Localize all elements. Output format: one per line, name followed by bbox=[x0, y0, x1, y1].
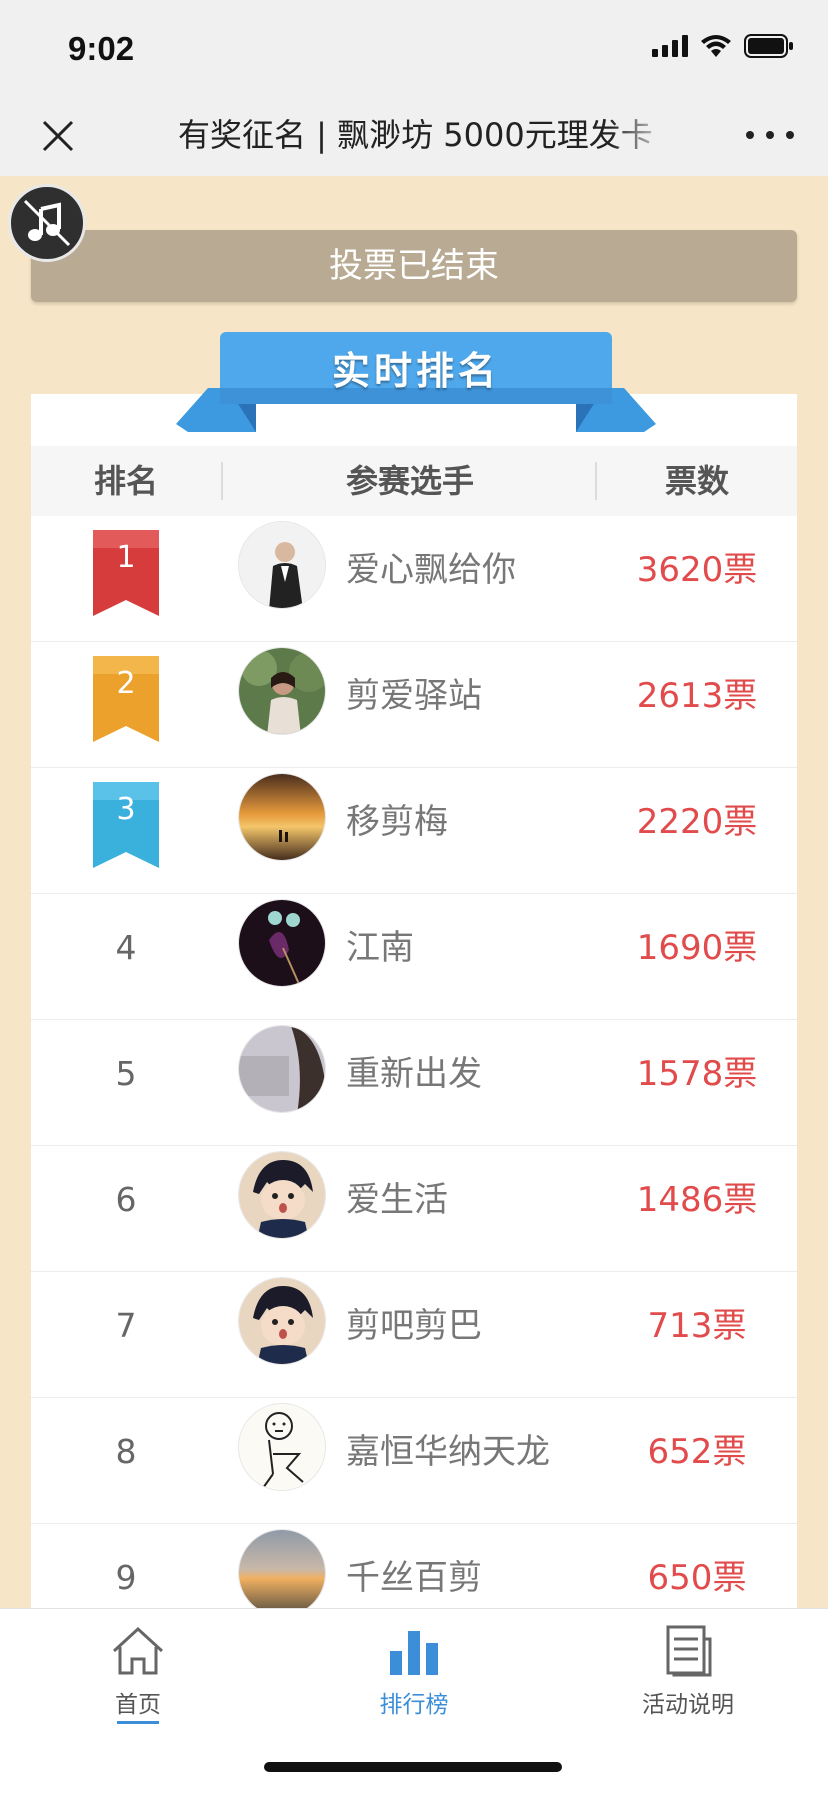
rank-number: 4 bbox=[115, 928, 137, 967]
player-name: 江南 bbox=[346, 928, 414, 968]
nav-header: 有奖征名 | 飘渺坊 5000元理发卡 bbox=[0, 96, 828, 176]
rank-number: 6 bbox=[115, 1180, 137, 1219]
signal-icon bbox=[652, 35, 688, 57]
ranking-title: 实时排名 bbox=[331, 349, 500, 393]
avatar bbox=[238, 773, 326, 861]
avatar bbox=[238, 1151, 326, 1239]
table-row[interactable]: 4 江南 1690票 bbox=[31, 894, 797, 1020]
table-row[interactable]: 1 爱心飘给你 3620票 bbox=[31, 516, 797, 642]
more-icon[interactable] bbox=[746, 120, 794, 150]
player-name: 移剪梅 bbox=[346, 802, 448, 842]
avatar bbox=[238, 647, 326, 735]
rank-number: 8 bbox=[115, 1432, 137, 1471]
header-player: 参赛选手 bbox=[345, 462, 474, 500]
ranking-card: 排名 参赛选手 票数 1 爱心飘给你 3620票 2 剪爱驿站 2613票 3 … bbox=[31, 394, 797, 1650]
music-muted-icon bbox=[23, 199, 71, 247]
rank-medal-red: 1 bbox=[91, 530, 161, 622]
tab-home-label: 首页 bbox=[115, 1692, 161, 1718]
vote-count: 652票 bbox=[647, 1432, 747, 1472]
status-bar: 9:02 bbox=[0, 0, 828, 96]
vote-count: 1690票 bbox=[636, 928, 758, 968]
ranking-list: 1 爱心飘给你 3620票 2 剪爱驿站 2613票 3 移剪梅 2220票 4… bbox=[31, 516, 797, 1650]
tab-ranking[interactable]: 排行榜 bbox=[314, 1625, 514, 1719]
home-indicator bbox=[264, 1762, 562, 1772]
header-votes: 票数 bbox=[664, 462, 729, 500]
rank-number: 5 bbox=[115, 1054, 137, 1093]
player-name: 爱生活 bbox=[346, 1180, 448, 1220]
vote-ended-banner: 投票已结束 bbox=[31, 230, 797, 302]
table-row[interactable]: 7 剪吧剪巴 713票 bbox=[31, 1272, 797, 1398]
tab-activity-info[interactable]: 活动说明 bbox=[588, 1625, 788, 1719]
header-rank: 排名 bbox=[93, 462, 158, 500]
vote-count: 2613票 bbox=[636, 676, 758, 716]
page-title: 有奖征名 | 飘渺坊 5000元理发卡 bbox=[178, 116, 653, 154]
rank-number: 7 bbox=[115, 1306, 137, 1345]
tab-activity-info-label: 活动说明 bbox=[642, 1692, 734, 1718]
vote-count: 1578票 bbox=[636, 1054, 758, 1094]
avatar bbox=[238, 1025, 326, 1113]
active-tab-indicator bbox=[117, 1721, 159, 1724]
vote-count: 1486票 bbox=[636, 1180, 758, 1220]
home-icon bbox=[112, 1626, 164, 1675]
vote-count: 3620票 bbox=[636, 550, 758, 590]
table-row[interactable]: 6 爱生活 1486票 bbox=[31, 1146, 797, 1272]
player-name: 嘉恒华纳天龙 bbox=[346, 1432, 550, 1472]
status-icons bbox=[652, 34, 794, 58]
battery-icon bbox=[744, 34, 793, 58]
music-toggle-button[interactable] bbox=[8, 184, 86, 262]
document-icon bbox=[666, 1625, 712, 1677]
rank-medal-blue: 3 bbox=[91, 782, 161, 874]
avatar bbox=[238, 521, 326, 609]
vote-count: 2220票 bbox=[636, 802, 758, 842]
player-name: 爱心飘给你 bbox=[346, 550, 516, 590]
avatar bbox=[238, 1277, 326, 1365]
table-row[interactable]: 5 重新出发 1578票 bbox=[31, 1020, 797, 1146]
rank-medal-gold: 2 bbox=[91, 656, 161, 748]
player-name: 重新出发 bbox=[346, 1054, 482, 1094]
avatar bbox=[238, 899, 326, 987]
bar-chart-icon bbox=[390, 1631, 438, 1675]
wifi-icon bbox=[701, 35, 731, 57]
vote-count: 713票 bbox=[647, 1306, 747, 1346]
tab-ranking-label: 排行榜 bbox=[379, 1692, 449, 1718]
ranking-ribbon: 实时排名 bbox=[168, 332, 664, 436]
avatar bbox=[238, 1403, 326, 1491]
table-row[interactable]: 3 移剪梅 2220票 bbox=[31, 768, 797, 894]
player-name: 剪吧剪巴 bbox=[346, 1306, 482, 1346]
table-row[interactable]: 8 嘉恒华纳天龙 652票 bbox=[31, 1398, 797, 1524]
tab-home[interactable]: 首页 bbox=[38, 1625, 238, 1719]
avatar bbox=[238, 1529, 326, 1617]
table-row[interactable]: 2 剪爱驿站 2613票 bbox=[31, 642, 797, 768]
player-name: 剪爱驿站 bbox=[346, 676, 482, 716]
status-time: 9:02 bbox=[68, 30, 135, 67]
close-icon[interactable] bbox=[36, 114, 80, 158]
table-header: 排名 参赛选手 票数 bbox=[31, 446, 797, 516]
